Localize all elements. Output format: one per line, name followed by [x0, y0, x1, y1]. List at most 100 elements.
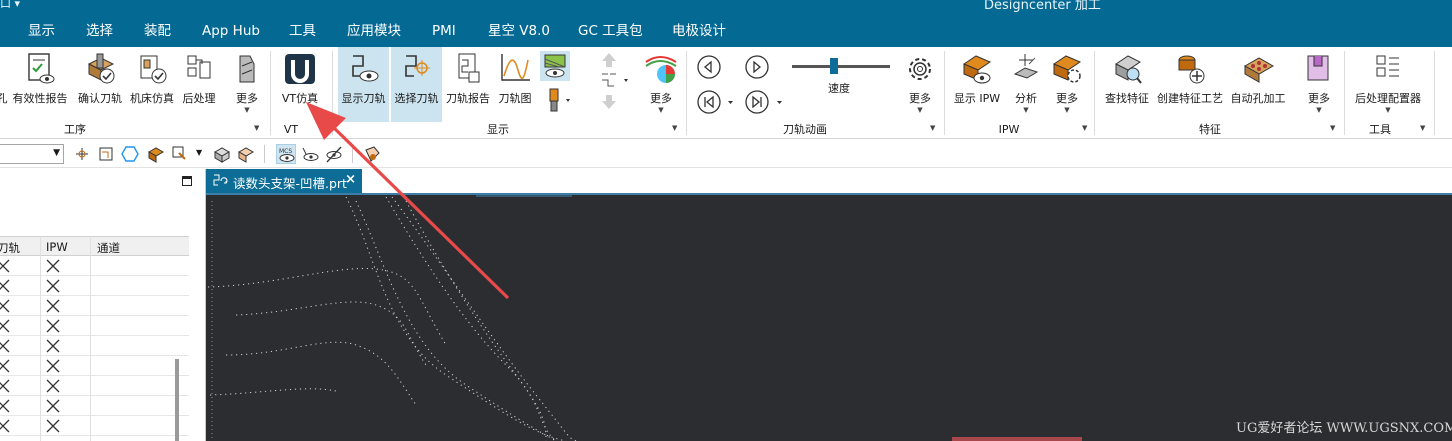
component-icon[interactable] [146, 144, 166, 164]
more-display-button[interactable]: 更多 ▼ [642, 50, 680, 120]
chevron-down-icon: ▼ [1385, 106, 1391, 114]
table-row[interactable] [0, 316, 189, 336]
chevron-down-icon[interactable]: ▼ [254, 124, 259, 132]
maximize-icon[interactable] [182, 176, 192, 186]
workspace-label[interactable]: 口 ▾ [0, 0, 20, 11]
chevron-down-icon[interactable]: ▼ [1330, 124, 1335, 132]
ipw-status-cross-icon [46, 259, 60, 273]
menu-app-module[interactable]: 应用模块 [347, 20, 401, 42]
move-down-button[interactable] [598, 93, 620, 111]
operation-navigator: 刀轨 IPW 通道 [0, 169, 206, 441]
tab-part-file[interactable]: 读数头支架-凹槽.prt × [206, 169, 362, 193]
toolpath-graph-button[interactable]: 刀轨图 [494, 50, 536, 120]
confirm-toolpath-button[interactable]: 确认刀轨 [74, 50, 126, 120]
menu-electrode[interactable]: 电极设计 [672, 20, 726, 42]
fast-forward-button[interactable] [744, 89, 786, 115]
group-divider [1344, 51, 1345, 135]
menu-tools[interactable]: 工具 [289, 20, 316, 42]
speed-slider[interactable] [792, 58, 890, 74]
more-animation-button[interactable]: 更多 ▼ [900, 50, 940, 120]
table-row[interactable] [0, 376, 189, 396]
find-feature-button[interactable]: 查找特征 [1100, 50, 1154, 120]
mcs-eye-icon[interactable]: MCS [276, 144, 296, 164]
ipw-display-small-button[interactable] [540, 51, 570, 81]
show-ipw-button[interactable]: 显示 IPW [950, 50, 1004, 120]
auto-hole-button[interactable]: 自动孔加工 [1228, 50, 1288, 120]
select-filter-icon[interactable] [170, 144, 190, 164]
play-button[interactable] [744, 54, 770, 80]
wireframe-body-icon[interactable] [236, 144, 256, 164]
postprocess-button[interactable]: 后处理 [178, 50, 220, 120]
column-header-channel[interactable]: 通道 [97, 240, 120, 256]
shaded-body-icon[interactable] [212, 144, 232, 164]
part-navigator-icon[interactable] [362, 144, 382, 164]
select-toolpath-button[interactable]: 选择刀轨 [391, 50, 442, 120]
chevron-down-icon[interactable]: ▼ [196, 148, 202, 157]
select-body-icon[interactable] [96, 144, 116, 164]
list-toggle-button[interactable] [598, 71, 632, 91]
analysis-button[interactable]: 分析 ▼ [1006, 50, 1046, 120]
table-row[interactable] [0, 356, 189, 376]
menu-xingkong[interactable]: 星空 V8.0 [488, 20, 550, 42]
table-body [0, 256, 189, 436]
table-row[interactable] [0, 416, 189, 436]
ipw-status-cross-icon [46, 399, 60, 413]
menu-bar: 口 ▾ Designcenter 加工 显示 选择 装配 App Hub 工具 … [0, 0, 1452, 47]
chevron-down-icon[interactable]: ▼ [320, 124, 325, 132]
group-label-ipw: IPW [998, 123, 1020, 136]
close-icon[interactable]: × [345, 172, 356, 187]
menu-assembly[interactable]: 装配 [144, 20, 171, 42]
ipw-status-cross-icon [46, 359, 60, 373]
table-row[interactable] [0, 256, 189, 276]
chevron-down-icon[interactable]: ▼ [1082, 124, 1087, 132]
group-label-toolpath-animation: 刀轨动画 [783, 123, 827, 136]
column-header-ipw[interactable]: IPW [46, 240, 68, 254]
more-ipw-button[interactable]: 更多 ▼ [1048, 50, 1086, 120]
tool-small-button[interactable] [540, 87, 574, 113]
table-row[interactable] [0, 276, 189, 296]
ipw-status-cross-icon [46, 379, 60, 393]
more-feature-button[interactable]: 更多 ▼ [1300, 50, 1338, 120]
menu-select[interactable]: 选择 [86, 20, 113, 42]
hide-eye-icon[interactable] [324, 144, 344, 164]
menu-display[interactable]: 显示 [28, 20, 55, 42]
show-toolpath-button[interactable]: 显示刀轨 [338, 50, 389, 120]
chevron-down-icon[interactable]: ▼ [672, 124, 677, 132]
menu-gc-toolkit[interactable]: GC 工具包 [578, 20, 643, 42]
vt-sim-button[interactable]: VT仿真 [274, 50, 326, 120]
machine-sim-button[interactable]: 机床仿真 [128, 50, 176, 120]
table-row[interactable] [0, 296, 189, 316]
rewind-button[interactable] [696, 89, 736, 115]
show-eye-icon[interactable] [300, 144, 320, 164]
more-operation-button[interactable]: 更多 ▼ [228, 50, 266, 120]
step-back-button[interactable] [696, 54, 722, 80]
menu-pmi[interactable]: PMI [432, 20, 456, 42]
hexagon-icon[interactable] [120, 144, 140, 164]
post-configurator-button[interactable]: 后处理配置器 ▼ [1352, 50, 1424, 120]
snap-point-icon[interactable] [72, 144, 92, 164]
validity-report-button[interactable]: 有效性报告 [10, 50, 70, 120]
analysis-icon [1013, 54, 1039, 79]
chevron-down-icon[interactable]: ▼ [930, 124, 935, 132]
layer-eye-icon [544, 54, 566, 78]
chevron-down-icon[interactable]: ▼ [1420, 124, 1425, 132]
show-ipw-icon [962, 55, 992, 84]
speed-slider-thumb[interactable] [830, 58, 838, 74]
create-feature-process-button[interactable]: 创建特征工艺 [1156, 50, 1224, 120]
operation-table: 刀轨 IPW 通道 [0, 236, 189, 436]
toolpath-status-cross-icon [0, 379, 10, 393]
ipw-status-cross-icon [46, 339, 60, 353]
graphics-viewport[interactable] [206, 193, 1452, 441]
toolpath-report-icon [458, 53, 480, 83]
menu-app-hub[interactable]: App Hub [202, 20, 260, 42]
table-row[interactable] [0, 336, 189, 356]
nx-cam-window: { "window": { "title_partial": "Designce… [0, 0, 1452, 441]
toolpath-report-button[interactable]: 刀轨报告 [444, 50, 492, 120]
vertical-scrollbar[interactable] [175, 359, 179, 441]
move-up-button[interactable] [598, 51, 620, 69]
column-header-toolpath[interactable]: 刀轨 [0, 240, 20, 256]
type-filter-dropdown[interactable]: ▼ [0, 144, 64, 164]
cut-button-partial[interactable]: 孔 [0, 50, 10, 120]
table-row[interactable] [0, 396, 189, 416]
machine-sim-icon [140, 55, 167, 84]
